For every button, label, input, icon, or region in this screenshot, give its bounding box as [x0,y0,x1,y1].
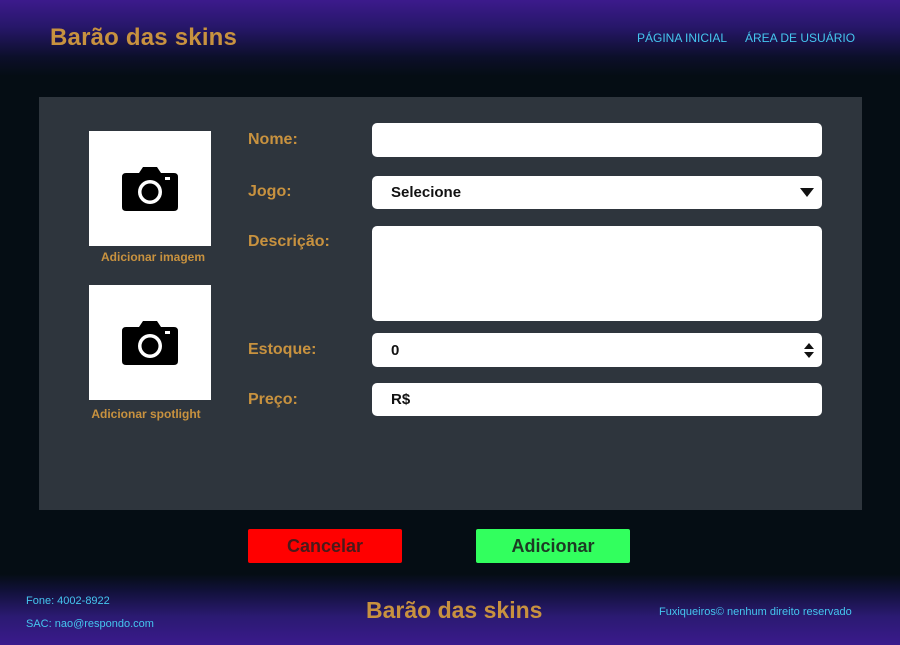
spinner-down-icon[interactable] [804,351,814,358]
nome-label: Nome: [248,131,298,148]
add-image-caption: Adicionar imagem [100,250,206,264]
cancel-button[interactable]: Cancelar [248,529,402,563]
estoque-label: Estoque: [248,341,317,358]
preco-input[interactable]: R$ [372,383,822,416]
site-header: Barão das skins PÁGINA INICIAL ÁREA DE U… [0,0,900,76]
brand-logo-text[interactable]: Barão das skins [50,24,237,52]
nome-input[interactable] [372,123,822,157]
add-spotlight-box[interactable] [89,285,211,400]
nav-link-user-area[interactable]: ÁREA DE USUÁRIO [745,31,855,45]
footer-brand: Barão das skins [366,597,543,623]
preco-label: Preço: [248,391,298,408]
spinner-up-icon[interactable] [804,342,814,349]
estoque-number-input[interactable]: 0 [372,333,822,367]
add-button[interactable]: Adicionar [476,529,630,563]
footer-copyright: Fuxiqueiros© nenhum direito reservado [659,606,852,618]
footer-sac-email[interactable]: SAC: nao@respondo.com [26,618,154,630]
jogo-label: Jogo: [248,183,292,200]
add-image-box[interactable] [89,131,211,246]
jogo-selected-value: Selecione [391,184,462,201]
camera-icon [122,166,178,211]
number-spinner[interactable] [804,342,814,358]
descricao-label: Descrição: [248,233,330,250]
footer-phone: Fone: 4002-8922 [26,595,110,607]
descricao-textarea[interactable] [372,226,822,321]
add-spotlight-caption: Adicionar spotlight [91,407,201,421]
jogo-select[interactable]: Selecione [372,176,822,209]
nav-link-home[interactable]: PÁGINA INICIAL [637,31,727,45]
site-footer: Fone: 4002-8922 SAC: nao@respondo.com Ba… [0,574,900,645]
estoque-value: 0 [391,341,400,359]
camera-icon [122,320,178,365]
product-form-panel: Adicionar imagem Adicionar spotlight Nom… [39,97,862,510]
preco-value: R$ [391,391,411,408]
dropdown-arrow-icon [800,188,814,197]
